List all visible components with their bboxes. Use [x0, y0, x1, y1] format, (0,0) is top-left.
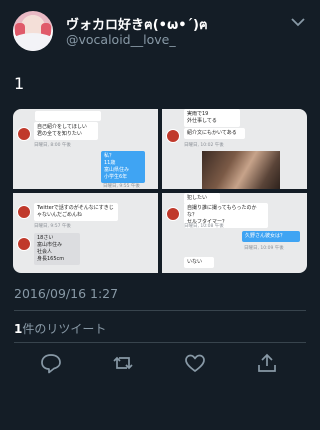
- bottom-area: [0, 397, 320, 430]
- tweet-actions: [0, 350, 320, 380]
- divider: [14, 342, 306, 343]
- chat-timestamp: 日曜日, 10:08 午後: [184, 224, 224, 229]
- chat-bubble: 自己紹介をしてほしい 君の全てを知りたい: [34, 122, 98, 140]
- tweet-text: 1: [14, 74, 25, 93]
- chat-avatar-icon: [166, 207, 180, 221]
- chat-bubble: いない: [184, 257, 214, 268]
- divider: [14, 310, 306, 311]
- media-image-4[interactable]: 犯したい 自撮り誰に撮ってもらったのかな？ セルフタイマー？ 日曜日, 10:0…: [162, 193, 307, 273]
- chat-timestamp: 日曜日, 9:57 午後: [34, 224, 71, 229]
- chat-avatar-icon: [17, 205, 31, 219]
- avatar-art: [13, 33, 53, 51]
- user-handle[interactable]: @vocaloid__love_: [66, 32, 176, 47]
- chat-avatar-icon: [17, 237, 31, 251]
- tweet-timestamp[interactable]: 2016/09/16 1:27: [14, 286, 118, 301]
- chat-bubble-sent: 私？ 11歳 富山県住み 小学生6年: [101, 151, 145, 183]
- reply-icon[interactable]: [38, 350, 64, 376]
- chat-bubble: [35, 111, 101, 121]
- share-icon[interactable]: [254, 350, 280, 376]
- chat-bubble: 18さい 富山市住み 社会人 身長165cm: [34, 233, 80, 265]
- chat-bubble: 紹介文にもかいてある: [184, 128, 245, 139]
- chat-avatar-icon: [166, 129, 180, 143]
- heart-icon[interactable]: [182, 350, 208, 376]
- retweet-icon[interactable]: [110, 350, 136, 376]
- avatar[interactable]: [13, 11, 53, 51]
- media-grid[interactable]: 自己紹介をしてほしい 君の全てを知りたい 日曜日, 8:00 午後 私？ 11歳…: [13, 109, 307, 273]
- chat-timestamp: 日曜日, 9:55 午後: [103, 184, 140, 189]
- chat-photo: [202, 151, 280, 189]
- chevron-down-icon[interactable]: [290, 16, 306, 28]
- retweet-label: 件のリツイート: [22, 322, 107, 336]
- chat-avatar-icon: [17, 127, 31, 141]
- media-image-1[interactable]: 自己紹介をしてほしい 君の全てを知りたい 日曜日, 8:00 午後 私？ 11歳…: [13, 109, 158, 189]
- chat-timestamp: 日曜日, 10:02 午後: [184, 143, 224, 148]
- retweet-count-row[interactable]: 1件のリツイート: [14, 320, 106, 337]
- chat-bubble-sent: 久野さん彼女は？: [242, 231, 300, 242]
- chat-timestamp: 日曜日, 8:00 午後: [34, 143, 71, 148]
- media-image-2[interactable]: 実雨で19 外仕事してる 紹介文にもかいてある 日曜日, 10:02 午後: [162, 109, 307, 189]
- chat-timestamp: 日曜日, 10:09 午後: [244, 246, 284, 251]
- media-image-3[interactable]: Twitterで話すのがそんなにすきじゃないんだごめんね 日曜日, 9:57 午…: [13, 193, 158, 273]
- chat-bubble: 実雨で19 外仕事してる: [184, 109, 240, 127]
- tweet-header: ヴォカロ好きฅ(•ω•´)ฅ @vocaloid__love_: [0, 0, 320, 62]
- chat-bubble: Twitterで話すのがそんなにすきじゃないんだごめんね: [34, 203, 118, 221]
